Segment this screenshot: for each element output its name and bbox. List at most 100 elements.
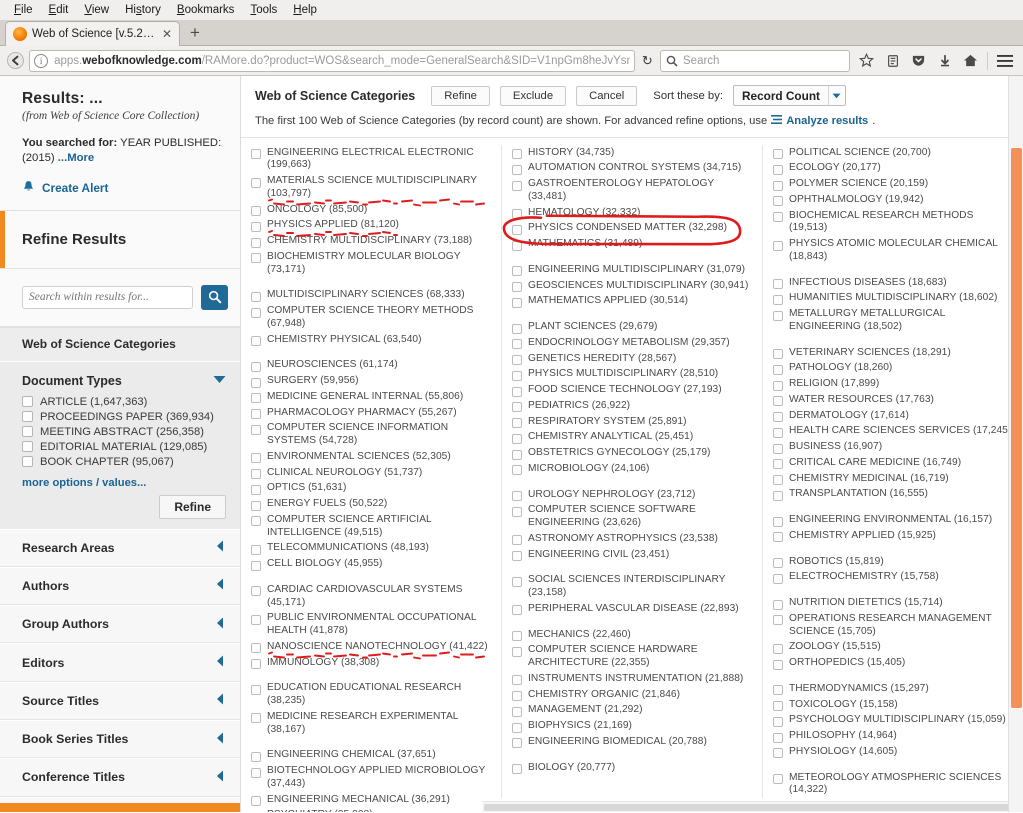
menu-history[interactable]: History (117, 2, 169, 18)
category-checkbox-row[interactable]: NEUROSCIENCES (61,174) (251, 358, 491, 374)
checkbox-icon[interactable] (773, 732, 783, 743)
sidebar-item-research-areas[interactable]: Research Areas (0, 528, 240, 567)
checkbox-icon[interactable] (251, 516, 261, 527)
category-checkbox-row[interactable]: TRANSPLANTATION (16,555) (773, 487, 1013, 503)
checkbox-icon[interactable] (512, 491, 522, 501)
checkbox-icon[interactable] (773, 774, 783, 784)
menu-tools[interactable]: Tools (242, 2, 285, 18)
category-checkbox-row[interactable]: PEDIATRICS (26,922) (512, 398, 752, 414)
checkbox-icon[interactable] (512, 535, 522, 546)
category-checkbox-row[interactable]: IMMUNOLOGY (38,308) (251, 655, 491, 671)
category-checkbox-row[interactable]: COMPUTER SCIENCE HARDWARE ARCHITECTURE (… (512, 643, 752, 672)
category-checkbox-row[interactable]: THERMODYNAMICS (15,297) (773, 681, 1013, 697)
checkbox-icon[interactable] (512, 605, 522, 616)
category-checkbox-row[interactable]: BIOTECHNOLOGY APPLIED MICROBIOLOGY (37,4… (251, 764, 491, 793)
checkbox-icon[interactable] (512, 691, 522, 701)
vertical-scrollbar[interactable] (1008, 76, 1023, 812)
category-checkbox-row[interactable]: ENGINEERING CHEMICAL (37,651) (251, 748, 491, 764)
checkbox-icon[interactable] (773, 310, 783, 321)
checkbox-icon[interactable] (251, 206, 261, 216)
category-checkbox-row[interactable]: PSYCHIATRY (35,808) (251, 808, 491, 812)
category-checkbox-row[interactable]: CLINICAL NEUROLOGY (51,737) (251, 465, 491, 481)
category-checkbox-row[interactable]: NUTRITION DIETETICS (15,714) (773, 596, 1013, 612)
category-checkbox-row[interactable]: FOOD SCIENCE TECHNOLOGY (27,193) (512, 383, 752, 399)
category-checkbox-row[interactable]: OBSTETRICS GYNECOLOGY (25,179) (512, 446, 752, 462)
checkbox-icon[interactable] (512, 738, 522, 749)
back-icon[interactable] (6, 50, 25, 72)
category-checkbox-row[interactable]: METALLURGY METALLURGICAL ENGINEERING (18… (773, 307, 1013, 336)
checkbox-icon[interactable] (251, 643, 261, 654)
url-bar[interactable]: i apps.webofknowledge.com/RAMore.do?prod… (29, 49, 635, 72)
category-checkbox-row[interactable]: MEDICINE RESEARCH EXPERIMENTAL (38,167) (251, 709, 491, 738)
checkbox-icon[interactable] (773, 279, 783, 289)
checkbox-icon[interactable] (251, 453, 261, 464)
home-icon[interactable] (958, 49, 983, 73)
category-checkbox-row[interactable]: ENGINEERING MECHANICAL (36,291) (251, 792, 491, 808)
cancel-button[interactable]: Cancel (576, 85, 638, 106)
checkbox-icon[interactable] (773, 558, 783, 568)
checkbox-icon[interactable] (251, 586, 261, 597)
chevron-left-icon[interactable] (216, 655, 224, 670)
category-checkbox-row[interactable]: PHYSICS CONDENSED MATTER (32,298) (512, 221, 752, 237)
checkbox-icon[interactable] (251, 684, 261, 695)
category-checkbox-row[interactable]: PERIPHERAL VASCULAR DISEASE (22,893) (512, 601, 752, 617)
checkbox-icon[interactable] (773, 599, 783, 610)
checkbox-icon[interactable] (512, 449, 522, 460)
sort-select[interactable]: Record Count (732, 85, 846, 106)
category-checkbox-row[interactable]: CHEMISTRY ANALYTICAL (25,451) (512, 430, 752, 446)
category-checkbox-row[interactable]: MICROBIOLOGY (24,106) (512, 461, 752, 477)
category-checkbox-row[interactable]: PSYCHOLOGY MULTIDISCIPLINARY (15,059) (773, 713, 1013, 729)
category-checkbox-row[interactable]: OPTICS (51,631) (251, 481, 491, 497)
category-checkbox-row[interactable]: COMPUTER SCIENCE INFORMATION SYSTEMS (54… (251, 421, 491, 450)
checkbox-icon[interactable] (251, 393, 261, 404)
checkbox-icon[interactable] (251, 336, 261, 346)
checkbox-icon[interactable] (251, 149, 261, 159)
checkbox-icon[interactable] (773, 615, 783, 626)
sidebar-item-authors[interactable]: Authors (0, 566, 240, 606)
category-checkbox-row[interactable]: ENGINEERING ELECTRICAL ELECTRONIC (199,6… (251, 145, 491, 174)
sidebar-item-editors[interactable]: Editors (0, 643, 240, 682)
checkbox-icon[interactable] (773, 240, 783, 251)
hamburger-menu-icon[interactable] (992, 49, 1017, 73)
checkbox-icon[interactable] (512, 675, 522, 686)
checkbox-icon[interactable] (251, 237, 261, 248)
category-checkbox-row[interactable]: PHILOSOPHY (14,964) (773, 729, 1013, 745)
list-item[interactable]: BOOK CHAPTER (95,067) (22, 456, 226, 468)
category-checkbox-row[interactable]: PATHOLOGY (18,260) (773, 361, 1013, 377)
checkbox-icon[interactable] (251, 409, 261, 419)
list-item[interactable]: PROCEEDINGS PAPER (369,934) (22, 411, 226, 423)
checkbox-icon[interactable] (773, 573, 783, 584)
menu-file[interactable]: File (6, 2, 41, 18)
category-checkbox-row[interactable]: ORTHOPEDICS (15,405) (773, 656, 1013, 672)
category-checkbox-row[interactable]: SURGERY (59,956) (251, 374, 491, 390)
category-checkbox-row[interactable]: HUMANITIES MULTIDISCIPLINARY (18,602) (773, 291, 1013, 307)
checkbox-icon[interactable] (251, 614, 261, 625)
category-checkbox-row[interactable]: MECHANICS (22,460) (512, 627, 752, 643)
sidebar-refine-button[interactable]: Refine (159, 494, 226, 519)
checkbox-icon[interactable] (773, 701, 783, 711)
checkbox-icon[interactable] (251, 469, 261, 479)
checkbox-icon[interactable] (251, 659, 261, 669)
refine-button[interactable]: Refine (431, 85, 490, 106)
category-checkbox-row[interactable]: CARDIAC CARDIOVASCULAR SYSTEMS (45,171) (251, 582, 491, 611)
checkbox-icon[interactable] (512, 282, 522, 292)
category-checkbox-row[interactable]: BIOCHEMICAL RESEARCH METHODS (19,513) (773, 208, 1013, 237)
checkbox-icon[interactable] (773, 459, 783, 470)
category-checkbox-row[interactable]: BIOCHEMISTRY MOLECULAR BIOLOGY (73,171) (251, 249, 491, 278)
checkbox-icon[interactable] (22, 456, 33, 467)
category-checkbox-row[interactable]: BIOPHYSICS (21,169) (512, 719, 752, 735)
checkbox-icon[interactable] (512, 433, 522, 444)
checkbox-icon[interactable] (512, 323, 522, 334)
checkbox-icon[interactable] (512, 506, 522, 517)
category-checkbox-row[interactable]: PLANT SCIENCES (29,679) (512, 320, 752, 336)
checkbox-icon[interactable] (773, 748, 783, 759)
category-checkbox-row[interactable]: CHEMISTRY PHYSICAL (63,540) (251, 332, 491, 348)
checkbox-icon[interactable] (773, 443, 783, 454)
checkbox-icon[interactable] (512, 631, 522, 641)
create-alert-button[interactable]: Create Alert (22, 180, 224, 196)
checkbox-icon[interactable] (251, 361, 261, 372)
category-checkbox-row[interactable]: NANOSCIENCE NANOTECHNOLOGY (41,422) (251, 639, 491, 655)
category-checkbox-row[interactable]: MEDICINE GENERAL INTERNAL (55,806) (251, 389, 491, 405)
category-checkbox-row[interactable]: PUBLIC ENVIRONMENTAL OCCUPATIONAL HEALTH… (251, 611, 491, 640)
chevron-left-icon[interactable] (216, 617, 224, 632)
